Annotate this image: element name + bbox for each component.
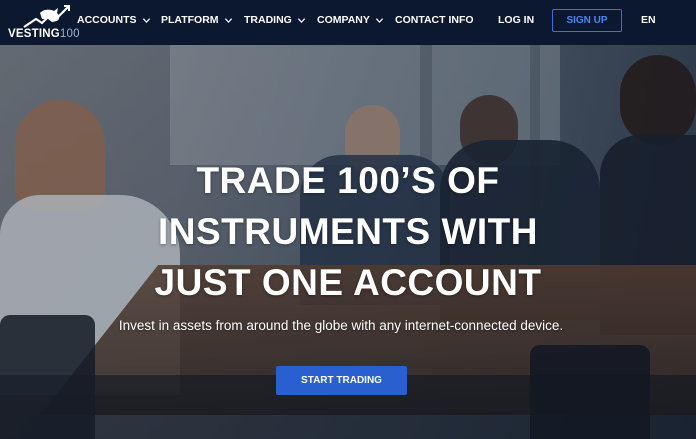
- hero-section: TRADE 100’S OF INSTRUMENTS WITH JUST ONE…: [0, 45, 696, 439]
- language-selector[interactable]: EN: [641, 14, 656, 26]
- nav-item-contact-info[interactable]: CONTACT INFO: [395, 14, 474, 26]
- chevron-down-icon: [297, 17, 305, 23]
- hero-headline-line-1: TRADE 100’S OF: [196, 160, 500, 201]
- login-button[interactable]: LOG IN: [498, 14, 534, 26]
- nav-item-label: COMPANY: [317, 14, 370, 26]
- nav-item-label: TRADING: [244, 14, 292, 26]
- nav-item-label: ACCOUNTS: [77, 14, 137, 26]
- nav-item-accounts[interactable]: ACCOUNTS: [77, 14, 151, 26]
- brand-number: 100: [59, 28, 80, 40]
- brand-name-text: VESTING: [8, 28, 60, 40]
- nav-item-label: PLATFORM: [161, 14, 219, 26]
- signup-button[interactable]: SIGN UP: [552, 9, 622, 32]
- hero-headline-line-2: INSTRUMENTS WITH: [157, 211, 539, 252]
- start-trading-button[interactable]: START TRADING: [276, 366, 407, 395]
- chevron-down-icon: [375, 17, 384, 23]
- nav-item-platform[interactable]: PLATFORM: [161, 14, 233, 26]
- nav-item-company[interactable]: COMPANY: [317, 14, 384, 26]
- chevron-down-icon: [142, 17, 150, 23]
- hero-headline-line-3: JUST ONE ACCOUNT: [154, 262, 542, 303]
- chevron-down-icon: [224, 17, 232, 23]
- brand-logo[interactable]: VESTING100: [8, 5, 79, 41]
- nav-item-trading[interactable]: TRADING: [244, 14, 306, 26]
- page: VESTING100 ACCOUNTS PLATFORM TRADING COM…: [0, 0, 696, 439]
- top-navbar: VESTING100 ACCOUNTS PLATFORM TRADING COM…: [0, 0, 696, 45]
- brand-name: VESTING100: [8, 28, 80, 40]
- nav-item-label: CONTACT INFO: [395, 14, 474, 26]
- bull-logo-icon: [23, 5, 70, 28]
- hero-subtitle: Invest in assets from around the globe w…: [118, 318, 564, 333]
